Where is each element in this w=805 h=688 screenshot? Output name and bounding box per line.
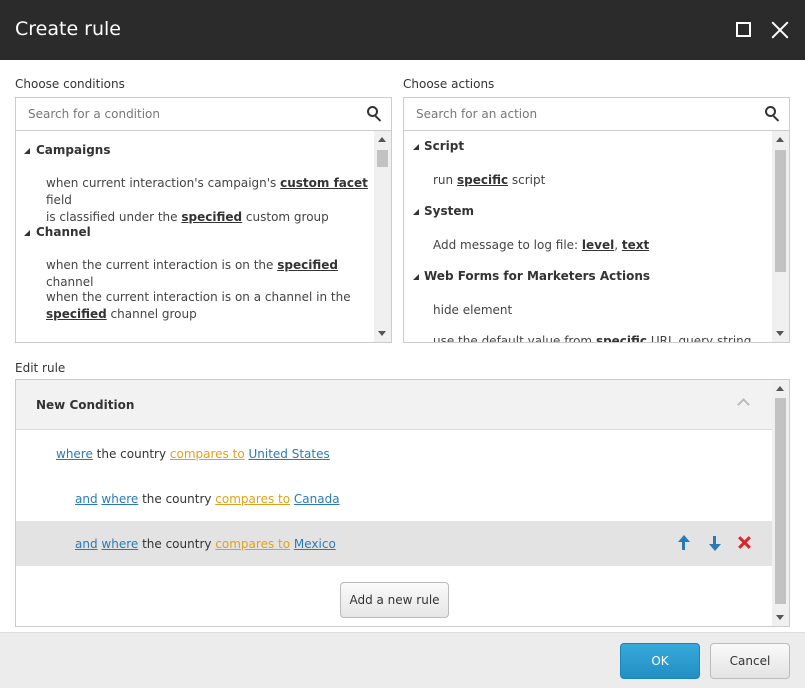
condition-search-input[interactable] [16,98,391,130]
conditions-scrollbar[interactable] [374,131,391,342]
condition-channel-specified[interactable]: when the current interaction is on the s… [46,257,376,291]
conditions-list: Campaigns when current interaction's cam… [15,131,392,343]
action-default-query-value[interactable]: use the default value from specific URL … [433,333,751,342]
actions-label: Choose actions [403,77,495,91]
and-link[interactable]: and [75,492,98,506]
scroll-thumb[interactable] [775,398,786,604]
collapse-triangle-icon[interactable] [24,230,30,236]
condition-campaign-custom-facet[interactable]: when current interaction's campaign's cu… [46,175,376,226]
edit-rule-label: Edit rule [15,361,66,375]
rule-row-selected[interactable]: and where the country compares to Mexico [16,521,772,566]
actions-scrollbar[interactable] [772,131,789,342]
conditions-label: Choose conditions [15,77,125,91]
where-link[interactable]: where [101,537,138,551]
collapse-triangle-icon[interactable] [24,148,30,154]
actions-list: Script run specific script System Add me… [403,131,790,343]
condition-channel-group[interactable]: when the current interaction is on a cha… [46,289,376,323]
title-bar: Create rule [0,0,805,60]
scroll-up-icon[interactable] [776,386,784,391]
maximize-icon[interactable] [734,20,754,40]
action-run-script[interactable]: run specific script [433,172,545,189]
dialog-title: Create rule [15,18,121,40]
where-link[interactable]: where [56,447,93,461]
edit-rule-panel: New Condition where the country compares… [15,379,790,627]
condition-title: New Condition [36,398,135,412]
scroll-down-icon[interactable] [776,331,784,336]
text-link[interactable]: text [622,238,649,252]
action-hide-element[interactable]: hide element [433,302,512,319]
specific-link[interactable]: specific [457,173,508,187]
dialog-footer: OK Cancel [0,632,805,688]
value-link[interactable]: Mexico [294,537,336,551]
scroll-up-icon[interactable] [776,137,784,142]
collapse-triangle-icon[interactable] [413,209,419,215]
delete-icon[interactable] [737,535,753,551]
chevron-up-icon[interactable] [737,398,750,411]
scroll-thumb[interactable] [377,150,388,167]
collapse-triangle-icon[interactable] [413,274,419,280]
level-link[interactable]: level [582,238,614,252]
move-up-icon[interactable] [676,535,692,551]
operator-link[interactable]: compares to [215,492,290,506]
scroll-up-icon[interactable] [378,137,386,142]
condition-header[interactable]: New Condition [16,380,772,430]
add-new-rule-button[interactable]: Add a new rule [340,582,449,618]
close-icon[interactable] [770,20,790,40]
edit-rule-scrollbar[interactable] [772,380,789,626]
scroll-down-icon[interactable] [378,331,386,336]
where-link[interactable]: where [101,492,138,506]
condition-search-box [15,97,392,131]
search-icon[interactable] [367,106,383,122]
scroll-thumb[interactable] [775,150,786,272]
action-search-input[interactable] [404,98,789,130]
value-link[interactable]: United States [248,447,329,461]
search-icon[interactable] [765,106,781,122]
scroll-down-icon[interactable] [776,615,784,620]
action-log-message[interactable]: Add message to log file: level, text [433,237,649,254]
value-link[interactable]: Canada [294,492,340,506]
ok-button[interactable]: OK [620,643,700,679]
move-down-icon[interactable] [707,535,723,551]
action-search-box [403,97,790,131]
rule-row[interactable]: where the country compares to United Sta… [16,431,772,476]
rule-row[interactable]: and where the country compares to Canada [16,476,772,521]
operator-link[interactable]: compares to [215,537,290,551]
and-link[interactable]: and [75,537,98,551]
specific-link[interactable]: specific [596,334,647,342]
specified-link[interactable]: specified [181,210,242,224]
specified-link[interactable]: specified [46,307,107,321]
cancel-button[interactable]: Cancel [710,643,790,679]
operator-link[interactable]: compares to [170,447,245,461]
collapse-triangle-icon[interactable] [413,144,419,150]
custom-facet-link[interactable]: custom facet [280,176,368,190]
specified-link[interactable]: specified [277,258,338,272]
